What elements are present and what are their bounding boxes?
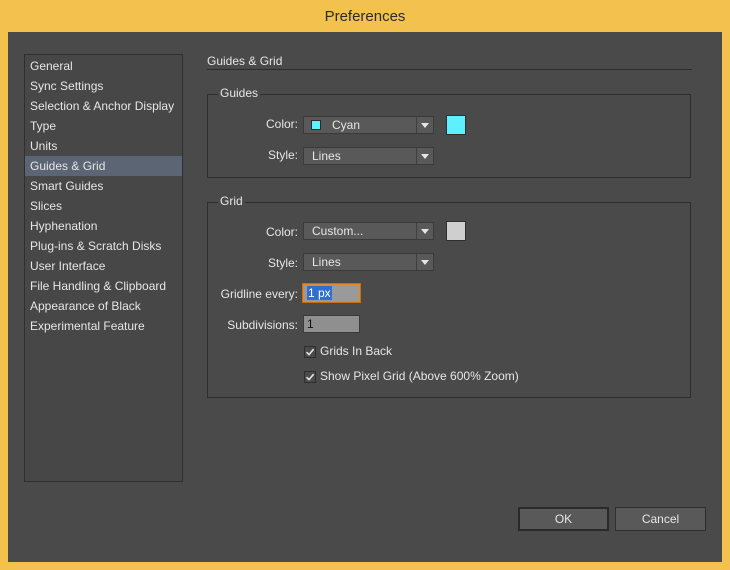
chevron-down-icon: [416, 223, 433, 239]
gridline-every-input[interactable]: 1 px: [303, 284, 360, 302]
sidebar-item-file-handling-clipboard[interactable]: File Handling & Clipboard: [25, 276, 182, 296]
sidebar-item-smart-guides[interactable]: Smart Guides: [25, 176, 182, 196]
show-pixel-grid-checkbox[interactable]: [304, 371, 316, 383]
guides-group-title: Guides: [218, 86, 261, 100]
guides-color-mini-swatch: [311, 120, 321, 130]
sidebar-item-units[interactable]: Units: [25, 136, 182, 156]
grid-color-dropdown[interactable]: Custom...: [303, 222, 434, 240]
grids-in-back-label: Grids In Back: [320, 344, 393, 358]
subdivisions-input[interactable]: 1: [303, 315, 360, 333]
guides-color-swatch[interactable]: [446, 115, 466, 135]
show-pixel-grid-label: Show Pixel Grid (Above 600% Zoom): [320, 369, 519, 383]
chevron-down-icon: [416, 148, 433, 164]
guides-color-value: Cyan: [332, 118, 361, 132]
guides-style-dropdown[interactable]: Lines: [303, 147, 434, 165]
grid-group-title: Grid: [218, 194, 245, 208]
section-divider: [207, 69, 692, 70]
sidebar-item-type[interactable]: Type: [25, 116, 182, 136]
grid-color-label: Color:: [265, 225, 298, 239]
sidebar-item-general[interactable]: General: [25, 56, 182, 76]
cancel-button[interactable]: Cancel: [615, 507, 706, 531]
guides-group: Guides Color: Cyan Style: Lines: [207, 86, 691, 178]
window-title: Preferences: [324, 7, 406, 25]
grids-in-back-checkbox[interactable]: [304, 346, 316, 358]
grid-group: Grid Color: Custom... Style: Lines Gridl…: [207, 194, 691, 398]
guides-color-label: Color:: [265, 117, 298, 131]
grid-color-swatch[interactable]: [446, 221, 466, 241]
section-title: Guides & Grid: [207, 54, 283, 68]
chevron-down-icon: [416, 117, 433, 133]
sidebar-item-selection-anchor-display[interactable]: Selection & Anchor Display: [25, 96, 182, 116]
sidebar-item-sync-settings[interactable]: Sync Settings: [25, 76, 182, 96]
sidebar-item-guides-grid[interactable]: Guides & Grid: [25, 156, 182, 176]
grid-color-value: Custom...: [312, 224, 364, 238]
ok-button[interactable]: OK: [518, 507, 609, 531]
sidebar-item-appearance-of-black[interactable]: Appearance of Black: [25, 296, 182, 316]
sidebar-item-slices[interactable]: Slices: [25, 196, 182, 216]
checkmark-icon: [305, 373, 315, 381]
guides-style-value: Lines: [312, 149, 341, 163]
checkmark-icon: [305, 348, 315, 356]
preferences-window: Preferences General Sync Settings Select…: [0, 0, 730, 570]
category-list: General Sync Settings Selection & Anchor…: [24, 54, 183, 482]
gridline-every-label: Gridline every:: [220, 287, 298, 301]
grid-style-dropdown[interactable]: Lines: [303, 253, 434, 271]
grid-style-label: Style:: [267, 256, 298, 270]
chevron-down-icon: [416, 254, 433, 270]
subdivisions-label: Subdivisions:: [227, 318, 298, 332]
sidebar-item-experimental-feature[interactable]: Experimental Feature: [25, 316, 182, 336]
gridline-every-value: 1 px: [307, 286, 332, 300]
sidebar-item-plugins-scratch-disks[interactable]: Plug-ins & Scratch Disks: [25, 236, 182, 256]
grid-style-value: Lines: [312, 255, 341, 269]
guides-style-label: Style:: [267, 148, 298, 162]
sidebar-item-hyphenation[interactable]: Hyphenation: [25, 216, 182, 236]
dialog-body: General Sync Settings Selection & Anchor…: [8, 32, 722, 562]
sidebar-item-user-interface[interactable]: User Interface: [25, 256, 182, 276]
guides-color-dropdown[interactable]: Cyan: [303, 116, 434, 134]
